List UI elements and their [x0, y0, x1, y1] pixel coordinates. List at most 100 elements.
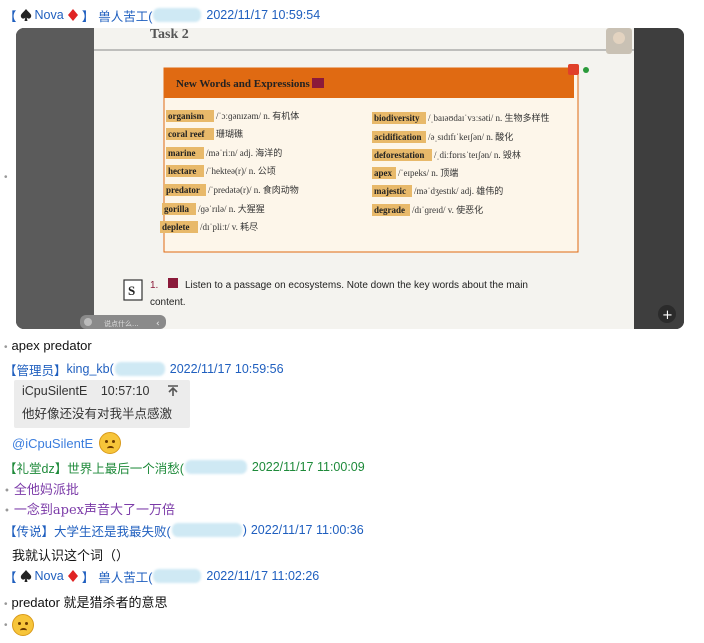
message-line: @iCpuSilentE [12, 432, 122, 454]
quote-text: 他好像还没有对我半点感激 [22, 407, 173, 421]
vocab-word: deplete [162, 222, 190, 232]
message-header-3: 【礼堂dz】 世界上最后一个消愁( 2022/11/17 11:00:09 [4, 457, 365, 477]
message-line: • [4, 614, 34, 636]
vocab-box-title: New Words and Expressions [176, 78, 310, 90]
message-line: 我就认识这个词（） [12, 545, 129, 564]
listen-number: 1. [150, 280, 158, 291]
message-text: apex predator [11, 338, 92, 353]
quoted-message[interactable]: iCpuSilentE 10:57:10 他好像还没有对我半点感激 [14, 380, 190, 428]
vocab-word: acidification [374, 132, 422, 142]
webcam-face [613, 32, 625, 44]
vocab-def: /ˈeɪpeks/ n. 顶端 [398, 167, 458, 178]
vocab-def: 珊瑚礁 [216, 128, 243, 139]
message-header-2: 【管理员】 king_kb( 2022/11/17 10:59:56 [4, 359, 284, 379]
message-text: 一念到apex声音大了一万倍 [13, 503, 176, 518]
bracket: 】 [81, 9, 95, 24]
photo-content: Task 2 New Words and Expressions organis… [16, 28, 684, 329]
dizzy-face-emoji-icon [11, 614, 34, 636]
timestamp: 2022/11/17 11:00:36 [250, 523, 364, 537]
bullet: • [4, 506, 10, 517]
vocab-def: /ˌdiːfɒrɪsˈteɪʃən/ n. 毁林 [434, 149, 521, 161]
mention-link[interactable]: @iCpuSilentE [12, 436, 93, 451]
vocab-def: /ˌbaɪəʊdaɪˈvɜːsəti/ n. 生物多样性 [428, 112, 549, 124]
bullet: • [4, 486, 10, 497]
recording-icon [568, 64, 579, 75]
redacted-id [171, 523, 242, 537]
photo-left-frame [16, 28, 94, 329]
message-text: 全他妈派批 [13, 483, 79, 498]
overlay-icon [84, 318, 92, 326]
message-header-4: 【传说】 大学生还是我最失败( ) 2022/11/17 11:00:36 [4, 520, 364, 540]
mic-icon [583, 67, 589, 73]
message-line: • 一念到apex声音大了一万倍 [4, 499, 175, 518]
admin-tag: 【管理员】 [4, 363, 67, 378]
bracket: 【 [4, 570, 17, 585]
message-header-5: 【 Nova 】 兽人苦工( 2022/11/17 11:02:26 [4, 566, 319, 586]
spade-icon [20, 570, 31, 582]
chat-placeholder: 说点什么... [104, 319, 139, 328]
vocab-def: /məˈdʒestɪk/ adj. 雄伟的 [414, 185, 503, 196]
vocab-word: organism [168, 111, 205, 121]
message-text: predator 就是猎杀者的意思 [11, 595, 168, 610]
vocab-def: /ɡəˈrɪlə/ n. 大猩猩 [198, 203, 265, 214]
bullet: • [4, 619, 8, 631]
timestamp: 2022/11/17 11:00:09 [251, 460, 365, 474]
bracket: 【 [4, 9, 17, 24]
audio-icon [168, 278, 178, 288]
vocab-word: coral reef [168, 129, 206, 139]
vocab-word: gorilla [164, 204, 189, 214]
message-photo[interactable]: Task 2 New Words and Expressions organis… [16, 28, 684, 329]
sender-name[interactable]: 兽人苦工( [98, 567, 152, 586]
audio-icon [312, 78, 324, 88]
bullet: • [4, 342, 8, 353]
message-header-1: 【 Nova 】 兽人苦工( 2022/11/17 10:59:54 [4, 5, 320, 25]
photo-right-frame [628, 28, 684, 329]
vocab-word: majestic [374, 186, 406, 196]
role-tag: 【礼堂dz】 [4, 461, 68, 476]
redacted-id [114, 362, 165, 376]
message-line: • apex predator [4, 338, 92, 353]
vocab-def: /ˈpredətə(r)/ n. 食肉动物 [208, 184, 299, 195]
sender-name[interactable]: 大学生还是我最失败( [54, 521, 171, 540]
sender-name[interactable]: 世界上最后一个消愁( [67, 458, 184, 477]
timestamp: 2022/11/17 10:59:54 [206, 8, 321, 22]
bullet: • [4, 172, 8, 183]
redacted-id [184, 460, 247, 474]
nick-text[interactable]: Nova [35, 8, 64, 22]
listen-text: Listen to a passage on ecosystems. Note … [185, 280, 528, 291]
vocab-word: degrade [374, 205, 405, 215]
diamond-icon [67, 9, 78, 21]
timestamp: 2022/11/17 10:59:56 [169, 362, 284, 376]
quote-time: 10:57:10 [100, 384, 150, 398]
sender-name[interactable]: king_kb( [67, 362, 114, 376]
sender-name[interactable]: 兽人苦工( [98, 6, 152, 25]
listen-text-cont: content. [150, 297, 186, 308]
paren-close: ) [242, 523, 247, 537]
message-line: • 全他妈派批 [4, 479, 79, 498]
vocab-def: /ˈɔːɡənɪzəm/ n. 有机体 [216, 110, 299, 121]
quote-header: iCpuSilentE 10:57:10 [22, 384, 149, 398]
spade-icon [20, 9, 31, 21]
vocab-word: marine [168, 148, 196, 158]
vocab-word: deforestation [374, 150, 424, 160]
vocab-word: hectare [168, 166, 196, 176]
chevron-left-icon: ‹ [156, 319, 160, 329]
vocab-word: biodiversity [374, 113, 420, 123]
vocab-def: /əˌsɪdɪfɪˈkeɪʃən/ n. 酸化 [428, 131, 513, 143]
plus-icon: + [662, 308, 673, 323]
vocab-def: /məˈriːn/ adj. 海洋的 [206, 147, 282, 158]
quote-author: iCpuSilentE [22, 384, 88, 398]
vocab-word: predator [166, 185, 200, 195]
vocab-def: /dɪˈpliːt/ v. 耗尽 [200, 222, 258, 232]
bracket: 】 [81, 570, 95, 585]
bullet: • [4, 599, 8, 610]
role-tag: 【传说】 [4, 524, 55, 539]
vocab-word: apex [374, 168, 393, 178]
redacted-id [153, 8, 202, 22]
arrow-up-icon[interactable] [166, 384, 180, 398]
diamond-icon [67, 570, 78, 582]
message-line: • predator 就是猎杀者的意思 [4, 592, 168, 611]
nick-text[interactable]: Nova [35, 569, 64, 583]
vocab-def: /ˈhekteə(r)/ n. 公顷 [206, 166, 276, 176]
message-text: 我就认识这个词（） [12, 548, 130, 563]
